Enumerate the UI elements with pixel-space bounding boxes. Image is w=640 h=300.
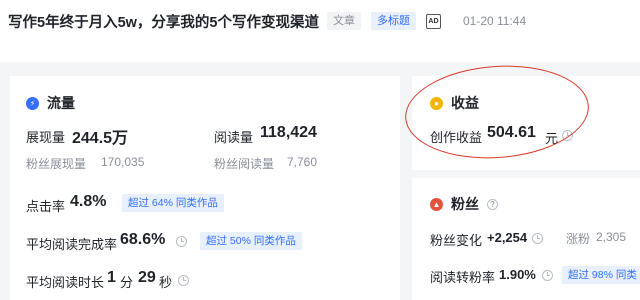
duration-label: 平均阅读时长 [26,275,105,290]
traffic-title: 流量 [47,95,75,111]
income-card-title: ● 收益 [430,93,479,113]
fans-change-value: +2,254 [487,230,528,245]
article-type-tag: 文章 [326,12,361,30]
person-icon: ▲ [430,197,443,211]
fan-impressions-value: 170,035 [101,155,145,169]
creation-income-label: 创作收益 [430,130,483,145]
creation-income-value: 504.61 [487,124,536,141]
completion-label: 平均阅读完成率 [26,237,118,252]
duration-minutes-unit: 分 [120,275,134,290]
lightning-icon: ⚡ [26,96,39,110]
history-clock-icon[interactable] [532,233,543,244]
traffic-card: ⚡ 流量 展现量 244.5万 阅读量 118,424 粉丝展现量 170,03… [10,76,400,300]
multi-title-tag[interactable]: 多标题 [370,12,416,30]
fan-reads-value: 7,760 [287,155,318,169]
history-clock-icon[interactable] [178,275,189,286]
impressions-label: 展现量 [26,130,66,145]
impressions-value: 244.5万 [72,130,129,147]
article-header: 写作5年终于月入5w，分享我的5个写作变现渠道 文章 多标题 AD 01-20 … [0,0,640,42]
history-clock-icon[interactable] [562,130,573,141]
publish-time: 01-20 11:44 [462,14,527,28]
ctr-value: 4.8% [70,193,107,210]
reads-value: 118,424 [260,124,317,141]
completion-value: 68.6% [120,231,166,248]
history-clock-icon[interactable] [542,270,553,281]
ctr-label: 点击率 [26,199,66,214]
fans-gain-value: 2,305 [596,230,627,244]
income-title: 收益 [451,95,479,111]
fans-title: 粉丝 [451,196,479,212]
article-title[interactable]: 写作5年终于月入5w，分享我的5个写作变现渠道 [8,11,319,32]
duration-seconds-unit: 秒 [159,275,173,290]
fans-change-label: 粉丝变化 [430,233,483,248]
history-clock-icon[interactable] [176,236,187,247]
conversion-badge: 超过 98% 同类 [562,266,640,284]
fan-impressions-label: 粉丝展现量 [26,157,87,171]
duration-seconds: 29 [138,269,156,286]
fans-card: ▲ 粉丝 ? 粉丝变化 +2,254 涨粉 2,305 阅读转粉率 1.90% … [412,178,640,300]
conversion-value: 1.90% [499,267,536,282]
completion-badge: 超过 50% 同类作品 [200,232,302,250]
creation-income-unit: 元 [545,131,559,146]
ctr-badge: 超过 64% 同类作品 [122,194,224,212]
help-icon[interactable]: ? [487,198,498,210]
fan-reads-label: 粉丝阅读量 [214,157,275,171]
fans-card-title: ▲ 粉丝 ? [430,194,498,214]
income-card: ● 收益 创作收益 504.61 元 [412,76,640,170]
coin-icon: ● [430,96,443,110]
conversion-label: 阅读转粉率 [430,270,496,285]
duration-minutes: 1 [107,269,116,286]
reads-label: 阅读量 [214,130,254,145]
ad-icon: AD [425,13,441,29]
fans-gain-label: 涨粉 [566,232,591,246]
traffic-card-title: ⚡ 流量 [26,93,75,113]
